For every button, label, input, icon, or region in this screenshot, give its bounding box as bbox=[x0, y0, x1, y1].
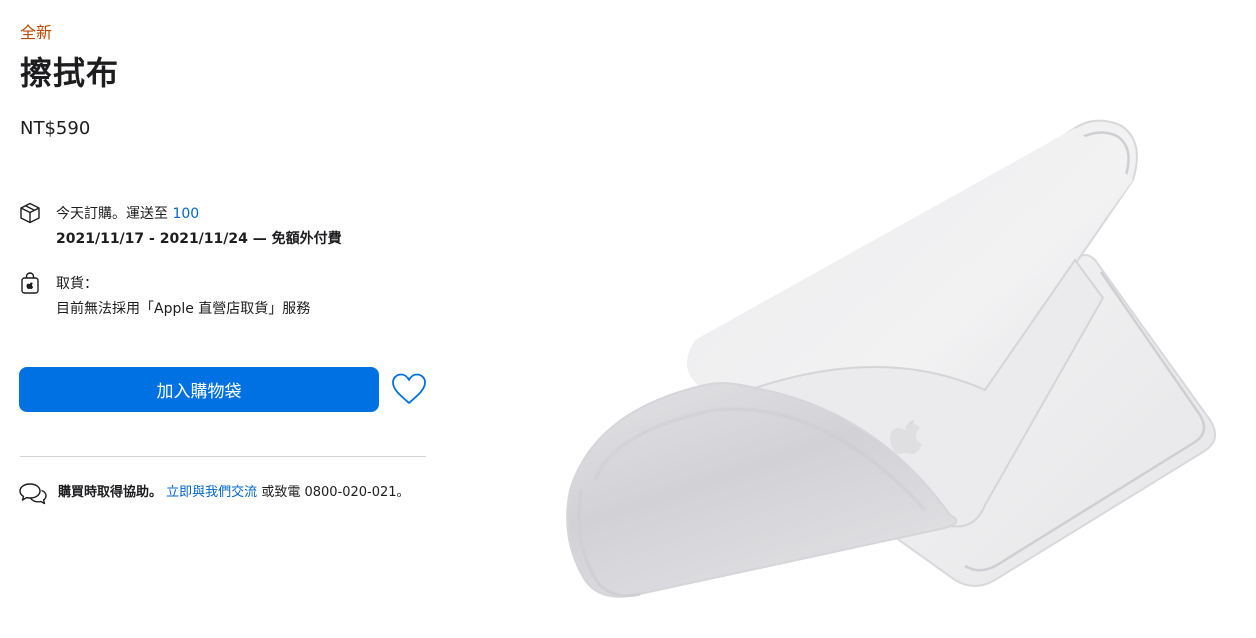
help-lead: 購買時取得協助。 bbox=[58, 485, 163, 500]
box-icon bbox=[20, 202, 40, 224]
chat-bubbles-icon bbox=[19, 483, 47, 505]
store-bag-icon bbox=[21, 272, 39, 294]
product-price: NT$590 bbox=[20, 118, 91, 139]
pickup-note: 目前無法採用「Apple 直營店取貨」服務 bbox=[56, 301, 311, 317]
product-title: 擦拭布 bbox=[20, 54, 120, 92]
help-or-call: 或致電 bbox=[261, 485, 301, 500]
chat-link[interactable]: 立即與我們交流 bbox=[166, 485, 257, 500]
delivery-info: 今天訂購。運送至 100 2021/11/17 - 2021/11/24 — 免… bbox=[18, 202, 342, 252]
delivery-dates: 2021/11/17 - 2021/11/24 — 免額外付費 bbox=[56, 231, 342, 247]
pickup-info: 取貨： 目前無法採用「Apple 直營店取貨」服務 bbox=[18, 272, 310, 322]
add-to-bag-button[interactable]: 加入購物袋 bbox=[19, 367, 379, 412]
delivery-prefix: 今天訂購。運送至 bbox=[56, 206, 168, 222]
delivery-zip-link[interactable]: 100 bbox=[172, 206, 199, 222]
pickup-label: 取貨： bbox=[56, 276, 98, 292]
help-section: 購買時取得協助。 立即與我們交流 或致電 0800-020-021。 bbox=[18, 481, 410, 507]
heart-icon[interactable] bbox=[390, 372, 428, 406]
new-badge: 全新 bbox=[20, 23, 53, 42]
polishing-cloth-image bbox=[566, 119, 1217, 598]
divider bbox=[20, 456, 426, 457]
phone-number: 0800-020-021。 bbox=[304, 485, 410, 500]
